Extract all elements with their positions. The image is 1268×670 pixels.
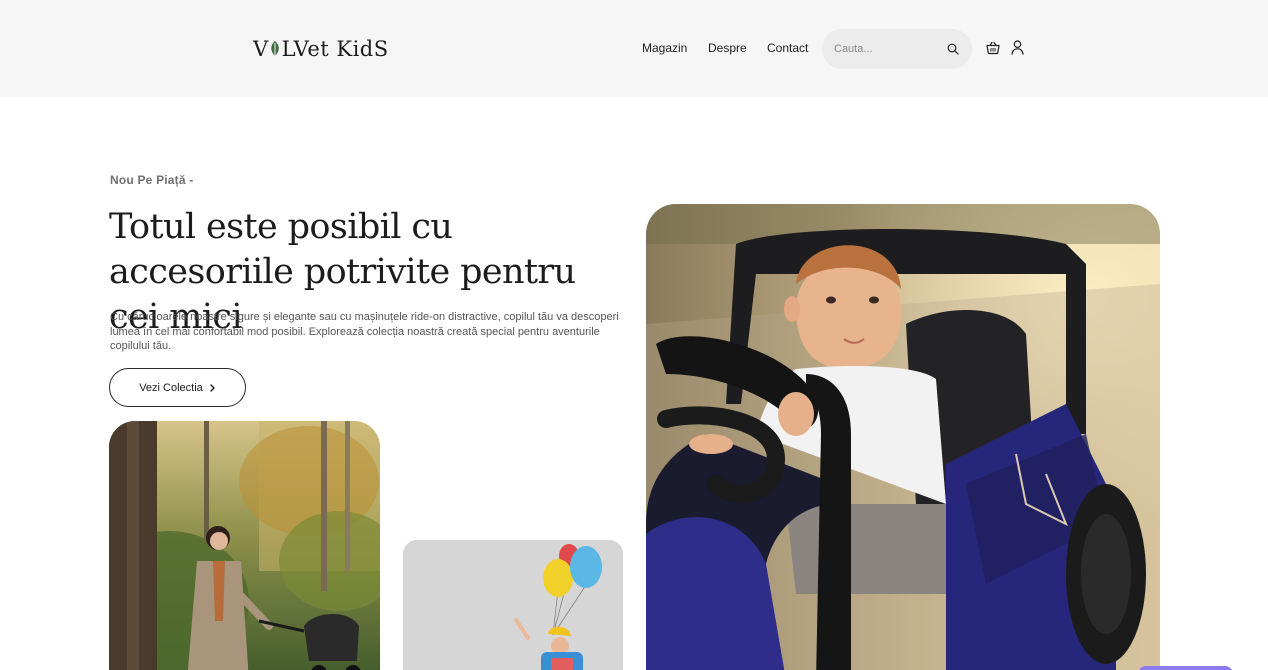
baby-ride-on-illustration (646, 204, 1160, 670)
hero-kicker: Nou Pe Piață - (110, 173, 194, 187)
search-box (822, 29, 972, 69)
user-icon[interactable] (1011, 40, 1024, 55)
child-balloons-photo (403, 540, 623, 670)
nav-link-contact[interactable]: Contact (767, 41, 808, 55)
hero-description: Cu cărucioarele noastre sigure și elegan… (110, 311, 619, 352)
search-icon[interactable] (947, 43, 959, 55)
child-balloons-illustration (403, 540, 623, 670)
leaf-icon (270, 41, 279, 58)
logo-letter-v: V (253, 37, 269, 61)
mother-stroller-photo (109, 421, 380, 670)
brand-logo[interactable]: V LVet KidS (253, 36, 389, 62)
basket-icon[interactable] (986, 41, 1000, 55)
view-collection-button[interactable]: Vezi Colectia (109, 368, 246, 407)
chevron-right-icon (210, 383, 215, 392)
mother-stroller-illustration (109, 421, 380, 670)
nav-link-magazin[interactable]: Magazin (642, 41, 687, 55)
search-input[interactable] (834, 41, 939, 57)
logo-wordmark: LVet KidS (281, 37, 389, 61)
nav-link-despre[interactable]: Despre (708, 41, 747, 55)
site-header: V LVet KidS Magazin Despre Contact (0, 0, 1268, 97)
baby-ride-on-car-photo (646, 204, 1160, 670)
view-collection-label: Vezi Colectia (139, 381, 203, 394)
chat-widget-tab[interactable] (1138, 666, 1233, 670)
